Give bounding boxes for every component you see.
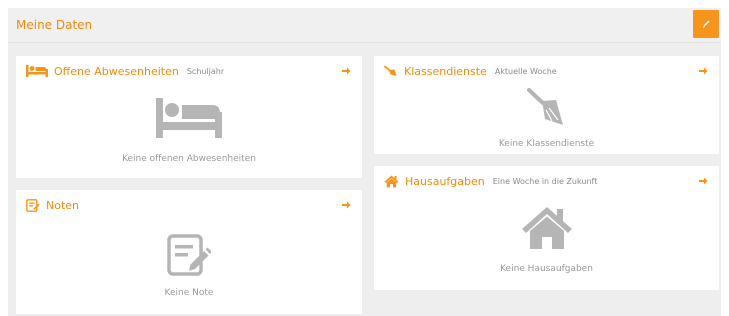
class-duties-card-header: Klassendienste Aktuelle Woche [384, 56, 709, 86]
panel-title: Meine Daten [16, 18, 93, 32]
broom-large-icon [374, 88, 719, 128]
absences-arrow-icon[interactable] [340, 65, 352, 77]
homework-card-header: Hausaufgaben Eine Woche in die Zukunft [384, 166, 709, 196]
absences-empty-text: Keine offenen Abwesenheiten [122, 154, 256, 164]
broom-icon [384, 65, 398, 77]
edit-note-large-icon [16, 234, 362, 276]
my-data-panel: Meine Daten Offene Abwesenheiten Schulja… [8, 8, 721, 316]
homework-card: Hausaufgaben Eine Woche in die Zukunft K… [374, 166, 719, 290]
grades-card-header: Noten [26, 190, 352, 220]
grades-title[interactable]: Noten [46, 199, 79, 212]
class-duties-title[interactable]: Klassendienste [404, 65, 487, 78]
absences-subtitle: Schuljahr [186, 66, 225, 76]
absences-card-header: Offene Abwesenheiten Schuljahr [26, 56, 352, 86]
homework-empty-text: Keine Hausaufgaben [500, 264, 593, 274]
absences-title[interactable]: Offene Abwesenheiten [54, 65, 179, 78]
homework-arrow-icon[interactable] [697, 175, 709, 187]
house-large-icon [374, 206, 719, 250]
house-icon [384, 175, 399, 188]
class-duties-card: Klassendienste Aktuelle Woche Keine Klas… [374, 56, 719, 154]
class-duties-subtitle: Aktuelle Woche [494, 66, 557, 76]
homework-title[interactable]: Hausaufgaben [405, 175, 485, 188]
pencil-icon [703, 20, 710, 28]
grades-card: Noten Keine Note [16, 190, 362, 314]
bed-large-icon [16, 98, 362, 138]
panel-header: Meine Daten [8, 8, 721, 43]
grades-empty-text: Keine Note [164, 288, 214, 298]
homework-subtitle: Eine Woche in die Zukunft [492, 176, 598, 186]
edit-note-icon [26, 198, 40, 212]
class-duties-empty-text: Keine Klassendienste [498, 139, 595, 149]
class-duties-arrow-icon[interactable] [697, 65, 709, 77]
edit-button[interactable] [693, 10, 719, 38]
bed-icon [26, 65, 48, 77]
grades-arrow-icon[interactable] [340, 199, 352, 211]
absences-card: Offene Abwesenheiten Schuljahr Keine off… [16, 56, 362, 178]
